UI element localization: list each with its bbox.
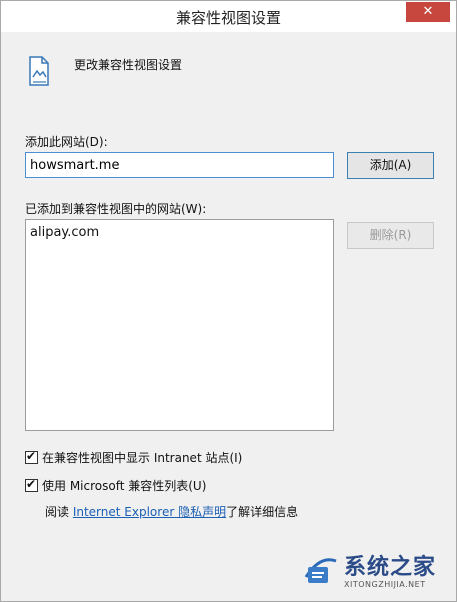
watermark-subtitle: XITONGZHIJIA.NET bbox=[344, 580, 426, 589]
add-button[interactable]: 添加(A) bbox=[347, 152, 434, 179]
show-intranet-label: 在兼容性视图中显示 Intranet 站点(I) bbox=[42, 451, 243, 465]
use-ms-list-checkbox[interactable]: ✔ bbox=[25, 477, 38, 492]
window-title: 兼容性视图设置 bbox=[175, 9, 281, 27]
add-site-input[interactable] bbox=[25, 152, 334, 178]
header-text: 更改兼容性视图设置 bbox=[74, 58, 183, 72]
compat-view-dialog: 兼容性视图设置 ✕ 更改兼容性视图设置 添加此网站(D): 添加(A) 已添加到… bbox=[0, 0, 457, 602]
watermark: 系统之家 XITONGZHIJIA.NET bbox=[292, 547, 452, 597]
show-intranet-option[interactable]: ✔ 在兼容性视图中显示 Intranet 站点(I) bbox=[25, 449, 242, 466]
site-list-label: 已添加到兼容性视图中的网站(W): bbox=[25, 202, 207, 216]
watermark-logo-icon bbox=[304, 558, 337, 583]
remove-button[interactable]: 删除(R) bbox=[347, 222, 434, 249]
close-button[interactable]: ✕ bbox=[406, 2, 450, 22]
read-more-prefix: 阅读 bbox=[45, 505, 73, 519]
watermark-title: 系统之家 bbox=[344, 554, 437, 580]
use-ms-list-label: 使用 Microsoft 兼容性列表(U) bbox=[42, 479, 207, 493]
title-bar: 兼容性视图设置 ✕ bbox=[1, 1, 456, 32]
show-intranet-checkbox[interactable]: ✔ bbox=[25, 449, 38, 464]
checkmark-icon: ✔ bbox=[26, 449, 37, 463]
add-site-label: 添加此网站(D): bbox=[25, 135, 108, 149]
list-item[interactable]: alipay.com bbox=[30, 224, 329, 242]
use-ms-list-option[interactable]: ✔ 使用 Microsoft 兼容性列表(U) bbox=[25, 477, 206, 494]
read-more-suffix: 了解详细信息 bbox=[226, 505, 299, 519]
checkmark-icon: ✔ bbox=[26, 477, 37, 491]
read-more-line: 阅读 Internet Explorer 隐私声明了解详细信息 bbox=[45, 503, 298, 520]
site-list[interactable]: alipay.com bbox=[25, 219, 334, 431]
privacy-link[interactable]: Internet Explorer 隐私声明 bbox=[73, 505, 226, 519]
document-page-icon bbox=[29, 56, 49, 86]
